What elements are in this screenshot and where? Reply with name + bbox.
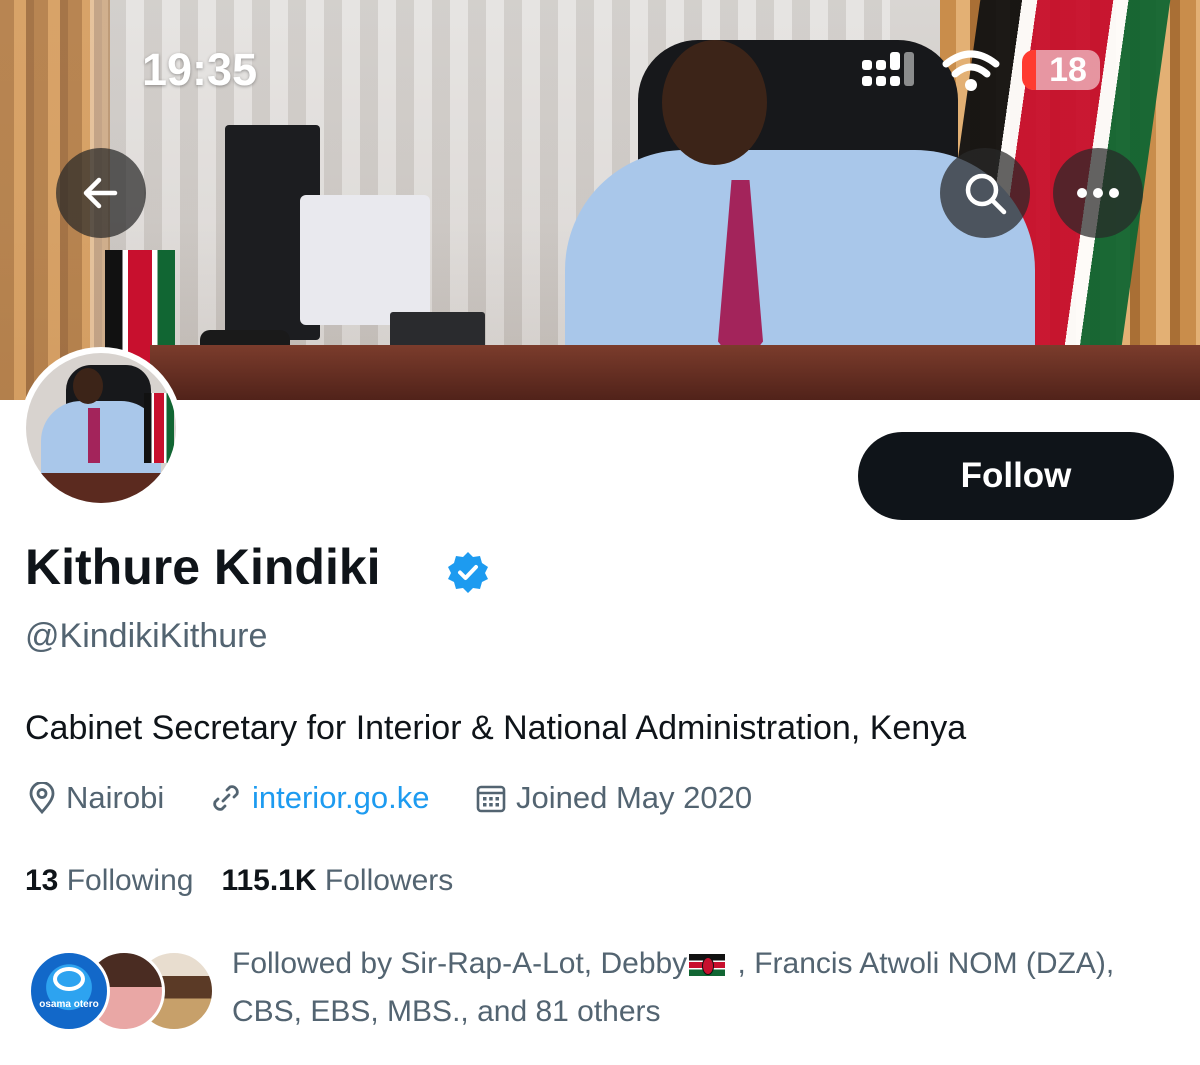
avatar-person-head (73, 368, 103, 404)
mutual-followers-avatars[interactable]: osama otero (28, 950, 218, 1032)
profile-bio: Cabinet Secretary for Interior & Nationa… (25, 709, 967, 747)
follow-button[interactable]: Follow (858, 432, 1174, 520)
profile-joined-date: Joined May 2020 (476, 780, 752, 816)
banner-desk (150, 345, 1200, 400)
banner-printer (300, 195, 430, 325)
avatar-logo-ring (53, 967, 85, 991)
website-link[interactable]: interior.go.ke (252, 780, 430, 816)
followers-count: 115.1K (221, 864, 317, 897)
battery-icon: 18 (1022, 50, 1100, 90)
search-button[interactable] (940, 148, 1030, 238)
display-name: Kithure Kindiki (25, 539, 381, 595)
wifi-icon (942, 50, 1000, 91)
avatar-person-body (41, 401, 161, 481)
joined-text: Joined May 2020 (516, 780, 753, 815)
more-options-button[interactable] (1053, 148, 1143, 238)
more-horizontal-icon (1077, 188, 1119, 198)
verified-badge-icon[interactable] (447, 551, 489, 593)
follow-counts: 13 Following 115.1K Followers (25, 864, 453, 898)
avatar-desk (26, 473, 176, 503)
profile-banner[interactable]: 19:35 18 (0, 0, 1200, 400)
following-count: 13 (25, 864, 59, 897)
profile-avatar[interactable] (20, 347, 182, 509)
user-handle: @KindikiKithure (25, 617, 268, 655)
cellular-signal-icon (862, 52, 914, 86)
followed-by-text[interactable]: Followed by Sir-Rap-A-Lot, Debby , Franc… (232, 940, 1182, 1036)
banner-person-head (662, 40, 767, 165)
followers-label: Followers (324, 864, 454, 897)
following-label: Following (66, 864, 194, 897)
following-link[interactable]: 13 Following (25, 864, 193, 897)
calendar-icon (476, 785, 506, 813)
avatar-logo-text: osama otero (39, 999, 99, 1010)
link-icon (213, 785, 239, 811)
followed-by-prefix: Followed by Sir-Rap-A-Lot, Debby (232, 947, 688, 980)
kenya-flag-icon (689, 954, 726, 977)
status-time: 19:35 (142, 44, 258, 95)
location-pin-icon (29, 782, 55, 814)
search-icon (965, 173, 1007, 215)
profile-website[interactable]: interior.go.ke (210, 780, 430, 816)
arrow-left-icon (83, 177, 118, 209)
back-button[interactable] (56, 148, 146, 238)
battery-level-fill (1022, 50, 1036, 90)
mutual-follower-avatar: osama otero (28, 950, 110, 1032)
battery-level: 18 (1049, 51, 1087, 89)
location-text: Nairobi (66, 780, 165, 815)
followers-link[interactable]: 115.1K Followers (221, 864, 453, 897)
avatar-person-tie (88, 408, 100, 463)
avatar-flag (144, 393, 174, 463)
profile-location: Nairobi (28, 780, 164, 816)
avatar-image (26, 353, 176, 503)
